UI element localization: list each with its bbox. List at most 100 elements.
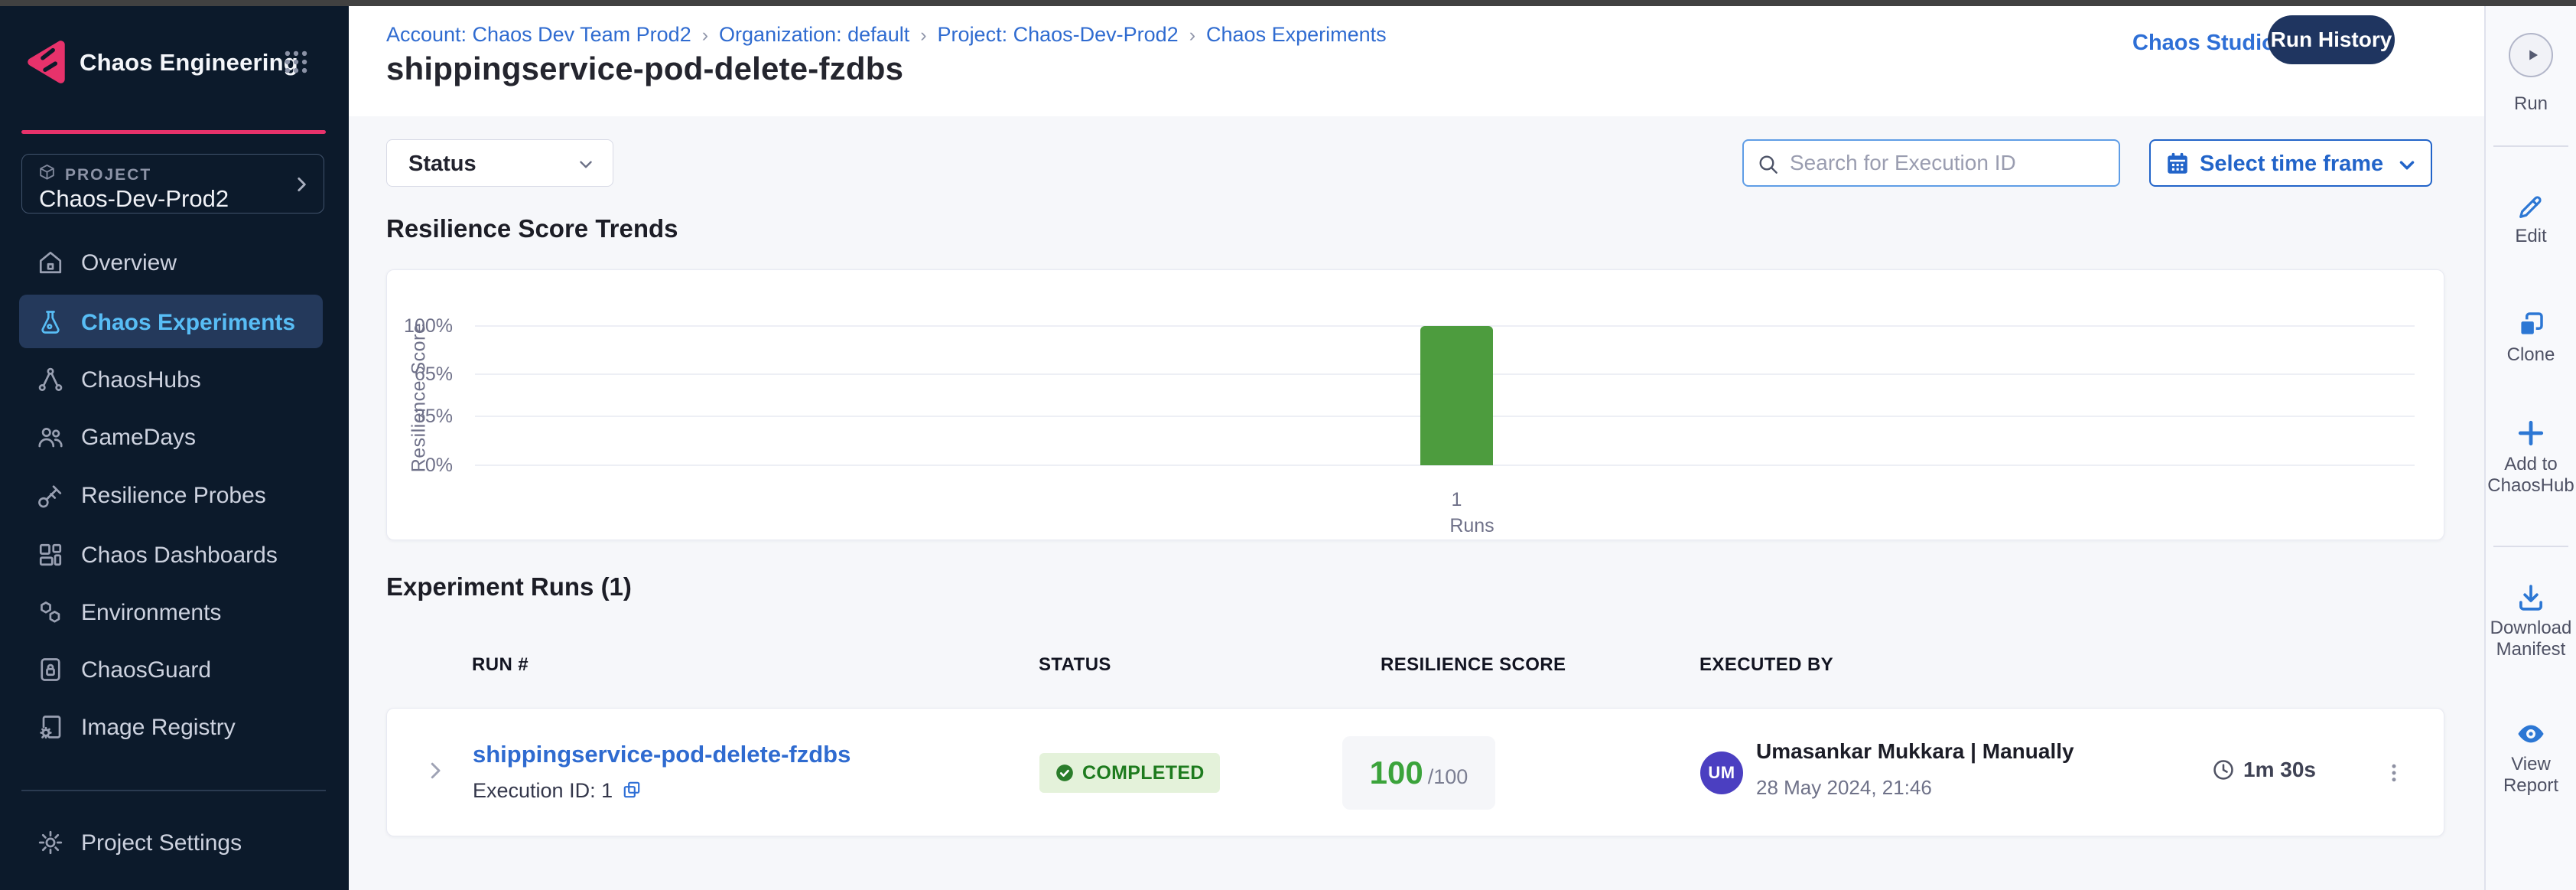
sidebar-item-image-registry[interactable]: Image Registry [0,698,349,756]
sidebar-item-chaoshubs[interactable]: ChaosHubs [0,350,349,409]
search-icon [1756,152,1781,177]
edit-button-label: Edit [2486,226,2576,247]
calendar-icon [2165,151,2191,177]
add-to-chaoshub-button[interactable]: Add to ChaosHub [2486,416,2576,497]
sidebar-item-overview[interactable]: Overview [0,233,349,292]
project-selector-value: Chaos-Dev-Prod2 [39,185,229,213]
module-grid-icon[interactable] [281,47,311,77]
avatar: UM [1700,751,1743,794]
y-axis-label: Resilience Score [408,314,431,482]
sidebar-item-label: GameDays [81,425,196,451]
sidebar-item-label: ChaosHubs [81,367,201,393]
download-manifest-label: Download Manifest [2486,618,2576,660]
project-selector[interactable]: PROJECT Chaos-Dev-Prod2 [21,154,324,214]
column-header-status: STATUS [1039,654,1111,676]
trends-section-title: Resilience Score Trends [386,214,678,243]
pencil-icon [2516,191,2546,222]
page-title: shippingservice-pod-delete-fzdbs [386,51,903,87]
page-gear-icon [37,713,64,741]
sidebar-divider [21,790,326,791]
run-history-button[interactable]: Run History [2268,15,2395,64]
lock-card-icon [37,656,64,683]
breadcrumb-project[interactable]: Project: Chaos-Dev-Prod2 [938,23,1179,46]
sidebar-item-chaos-dashboards[interactable]: Chaos Dashboards [0,526,349,584]
people-icon [37,423,64,451]
runs-section-title: Experiment Runs (1) [386,572,632,601]
executed-by-name: Umasankar Mukkara | Manually [1756,739,2074,764]
copy-icon[interactable] [622,780,642,800]
run-button[interactable] [2509,33,2553,77]
sidebar-item-environments[interactable]: Environments [0,583,349,641]
resilience-score-pill: 100 /100 [1342,736,1495,810]
status-filter-dropdown[interactable]: Status [386,139,613,187]
download-manifest-button[interactable]: Download Manifest [2486,582,2576,660]
sidebar-item-label: Environments [81,600,221,626]
clock-icon [2211,758,2236,782]
time-frame-dropdown[interactable]: Select time frame [2149,139,2432,187]
project-selector-label: PROJECT [65,166,151,184]
table-row: shippingservice-pod-delete-fzdbs Executi… [386,708,2444,836]
chevron-right-icon [291,174,311,194]
execution-id-value: Execution ID: 1 [473,779,613,802]
breadcrumb-separator: › [1189,24,1195,46]
breadcrumb-chaos-experiments[interactable]: Chaos Experiments [1206,23,1387,46]
chaos-studio-link[interactable]: Chaos Studio [2132,31,2275,56]
action-rail: Run Edit Clone Add to ChaosHub Download … [2484,6,2576,890]
play-icon [2522,45,2542,65]
brand-divider [21,130,326,134]
execution-id-row: Execution ID: 1 [473,779,642,803]
breadcrumb-organization[interactable]: Organization: default [719,23,909,46]
sidebar-item-label: ChaosGuard [81,657,211,683]
row-menu-kebab-icon[interactable] [2373,751,2415,794]
main-content: Status Select time frame Resilience Scor… [349,116,2484,890]
sidebar-item-chaosguard[interactable]: ChaosGuard [0,641,349,699]
sidebar-item-project-settings[interactable]: Project Settings [0,813,349,872]
breadcrumb-account[interactable]: Account: Chaos Dev Team Prod2 [386,23,691,46]
clone-icon [2515,308,2547,341]
clone-button-label: Clone [2486,344,2576,366]
add-to-chaoshub-label: Add to ChaosHub [2486,454,2576,497]
sidebar-item-chaos-experiments[interactable]: Chaos Experiments [0,293,349,351]
column-header-executed-by: EXECUTED BY [1699,654,1833,676]
x-tick-1: 1 [1382,489,1531,511]
sidebar-item-label: Image Registry [81,715,236,741]
sidebar-item-label: Overview [81,250,177,276]
sidebar-item-resilience-probes[interactable]: Resilience Probes [0,466,349,524]
executed-at-timestamp: 28 May 2024, 21:46 [1756,776,1932,800]
sidebar-item-label: Project Settings [81,830,242,856]
row-expand-chevron-icon[interactable] [424,759,447,782]
edit-button[interactable]: Edit [2486,191,2576,247]
hexagons-icon [37,598,64,626]
x-axis-label: Runs [1397,515,1547,537]
sidebar-item-label: Chaos Dashboards [81,543,278,569]
chevron-down-icon [576,155,596,174]
breadcrumb-separator: › [702,24,708,46]
flask-icon [37,308,64,336]
execution-search [1742,139,2120,187]
status-badge: COMPLETED [1039,753,1220,793]
chart-bar-run-1[interactable] [1420,326,1493,465]
view-report-button[interactable]: View Report [2486,718,2576,797]
clone-button[interactable]: Clone [2486,308,2576,366]
sidebar: Chaos Engineering PROJECT Chaos-Dev-Prod… [0,6,349,890]
column-header-run: RUN # [472,654,529,676]
eye-icon [2515,718,2547,750]
breadcrumb: Account: Chaos Dev Team Prod2 › Organizati… [386,23,1387,47]
sidebar-item-gamedays[interactable]: GameDays [0,408,349,466]
run-name-link[interactable]: shippingservice-pod-delete-fzdbs [473,741,851,768]
check-circle-icon [1055,763,1075,783]
search-input[interactable] [1790,144,2111,182]
duration-value: 1m 30s [2243,758,2316,782]
cube-icon [37,163,57,182]
chevron-down-icon [2395,154,2418,177]
harness-chaos-logo-icon [21,37,72,87]
rail-divider [2493,145,2568,147]
app-title: Chaos Engineering [80,49,298,77]
status-badge-label: COMPLETED [1082,762,1205,784]
home-icon [37,249,64,276]
sidebar-item-label: Resilience Probes [81,483,266,509]
score-total: /100 [1428,758,1469,789]
breadcrumb-separator: › [920,24,926,46]
gear-icon [37,829,64,856]
dashboard-grid-icon [37,541,64,569]
